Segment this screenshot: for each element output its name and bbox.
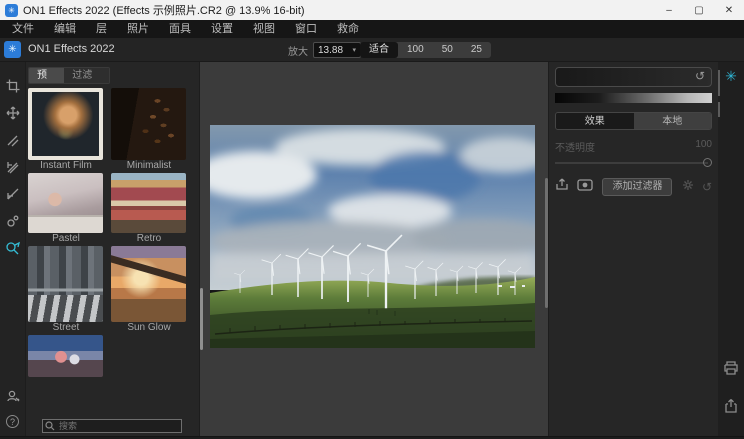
opacity-value: 100 — [695, 139, 712, 154]
presets-panel: 预置 过滤器 Instant Film Minimalist Pastel — [26, 62, 200, 436]
refine-tool-icon[interactable] — [5, 213, 21, 229]
canvas-photo[interactable] — [210, 125, 535, 348]
preset-label: Pastel — [28, 233, 104, 246]
zoom-25-button[interactable]: 25 — [462, 42, 491, 58]
menu-mask[interactable]: 面具 — [159, 20, 201, 38]
canvas-area — [200, 62, 548, 436]
menu-file[interactable]: 文件 — [2, 20, 44, 38]
perfect-brush-tool-icon[interactable] — [5, 159, 21, 175]
preset-item[interactable]: Instant Film — [28, 88, 104, 173]
menu-layer[interactable]: 层 — [86, 20, 117, 38]
preset-item[interactable]: Retro — [111, 173, 187, 246]
minimize-button[interactable]: – — [654, 0, 684, 20]
menu-edit[interactable]: 编辑 — [44, 20, 86, 38]
menu-window[interactable]: 窗口 — [285, 20, 327, 38]
view-zoom-tool-icon[interactable] — [5, 240, 21, 256]
empty-cell — [111, 335, 187, 377]
edge-bottom-icons — [723, 361, 739, 436]
mask-icon[interactable] — [577, 178, 593, 196]
preset-thumbnail-pastel[interactable] — [28, 173, 103, 233]
reset-filters-icon[interactable]: ↺ — [702, 180, 712, 194]
filter-actions: 添加过滤器 ↺ — [555, 177, 712, 196]
app-icon: ✳ — [5, 4, 18, 17]
menu-help[interactable]: 救命 — [327, 20, 369, 38]
preset-thumbnail-partial[interactable] — [28, 335, 103, 377]
zoom-controls: 放大 13.88 ▾ — [288, 42, 361, 58]
zoom-dropdown[interactable]: 13.88 ▾ — [313, 42, 361, 58]
zoom-100-button[interactable]: 100 — [398, 42, 433, 58]
right-edge-column: ✳ — [718, 62, 744, 436]
fit-button[interactable]: 适合 — [360, 42, 398, 58]
effects-module-icon[interactable]: ✳ — [725, 68, 737, 85]
opacity-control: 不透明度 100 — [555, 139, 712, 169]
preset-item[interactable]: Pastel — [28, 173, 104, 246]
preset-grid: Instant Film Minimalist Pastel Retro Str… — [26, 88, 199, 377]
menu-settings[interactable]: 设置 — [201, 20, 243, 38]
amount-slider[interactable]: ↺ — [555, 67, 712, 87]
slider-track — [555, 162, 708, 164]
preset-label: Minimalist — [111, 160, 187, 173]
on1-logo-icon: ✳ — [4, 41, 21, 58]
preset-thumbnail-minimalist[interactable] — [111, 88, 186, 160]
opacity-label: 不透明度 — [555, 139, 595, 154]
search-row — [42, 419, 182, 433]
reset-amount-icon[interactable]: ↺ — [695, 69, 705, 83]
masking-brush-tool-icon[interactable] — [5, 186, 21, 202]
account-icon[interactable] — [5, 388, 21, 404]
preset-label: Sun Glow — [111, 322, 187, 335]
menu-view[interactable]: 视图 — [243, 20, 285, 38]
header-row: ✳ ON1 Effects 2022 放大 13.88 ▾ 适合 100 50 … — [0, 38, 744, 62]
menu-bar: 文件 编辑 层 照片 面具 设置 视图 窗口 救命 — [0, 20, 744, 38]
gear-icon[interactable] — [682, 178, 694, 196]
crop-tool-icon[interactable] — [5, 78, 21, 94]
preset-item[interactable] — [28, 335, 104, 377]
slider-knob[interactable] — [703, 158, 712, 167]
maximize-button[interactable]: ▢ — [684, 0, 714, 20]
zoom-50-button[interactable]: 50 — [433, 42, 462, 58]
tab-presets[interactable]: 预置 — [29, 68, 64, 83]
tab-filters[interactable]: 过滤器 — [64, 68, 109, 83]
panel-scrollbar[interactable] — [718, 70, 720, 96]
preset-label: Retro — [111, 233, 187, 246]
app-window: ✳ ON1 Effects 2022 (Effects 示例照片.CR2 @ 1… — [0, 0, 744, 439]
title-bar: ✳ ON1 Effects 2022 (Effects 示例照片.CR2 @ 1… — [0, 0, 744, 20]
help-icon[interactable]: ? — [6, 415, 19, 428]
print-icon[interactable] — [723, 361, 739, 380]
tab-local[interactable]: 本地 — [634, 113, 712, 129]
effects-panel: ↺ 效果 本地 不透明度 100 — [548, 62, 718, 436]
panel-scrollbar[interactable] — [718, 102, 720, 117]
move-tool-icon[interactable] — [5, 105, 21, 121]
zoom-preset-group: 适合 100 50 25 — [360, 42, 491, 58]
zoom-value: 13.88 — [318, 45, 343, 56]
app-title: ON1 Effects 2022 — [28, 43, 115, 55]
preset-thumbnail-retro[interactable] — [111, 173, 186, 233]
zoom-label: 放大 — [288, 43, 308, 58]
right-panel-tabs: 效果 本地 — [555, 112, 712, 130]
close-button[interactable]: ✕ — [714, 0, 744, 20]
main-area: ? 预置 过滤器 Instant Film Minimalist Pastel — [0, 62, 744, 436]
preset-item[interactable]: Sun Glow — [111, 246, 187, 335]
search-icon — [45, 421, 55, 431]
search-input[interactable] — [42, 419, 182, 433]
export-icon[interactable] — [724, 398, 738, 418]
add-filter-button[interactable]: 添加过滤器 — [602, 178, 672, 196]
window-title: ON1 Effects 2022 (Effects 示例照片.CR2 @ 13.… — [23, 2, 654, 18]
canvas-scrollbar-left[interactable] — [200, 288, 203, 350]
tool-column: ? — [0, 62, 26, 436]
paint-brush-tool-icon[interactable] — [5, 132, 21, 148]
left-panel-tabs: 预置 过滤器 — [28, 67, 110, 84]
save-preset-icon[interactable] — [555, 177, 569, 196]
preset-label: Instant Film — [28, 160, 104, 173]
tab-effects[interactable]: 效果 — [556, 113, 634, 129]
preset-thumbnail-street[interactable] — [28, 246, 103, 322]
preset-thumbnail-sun-glow[interactable] — [111, 246, 186, 322]
preset-item[interactable]: Street — [28, 246, 104, 335]
preset-item[interactable]: Minimalist — [111, 88, 187, 173]
preset-thumbnail-instant-film[interactable] — [28, 88, 103, 160]
preset-label: Street — [28, 322, 104, 335]
gradient-strip — [555, 93, 712, 103]
menu-photo[interactable]: 照片 — [117, 20, 159, 38]
chevron-down-icon: ▾ — [352, 46, 356, 54]
opacity-slider[interactable] — [555, 157, 712, 169]
